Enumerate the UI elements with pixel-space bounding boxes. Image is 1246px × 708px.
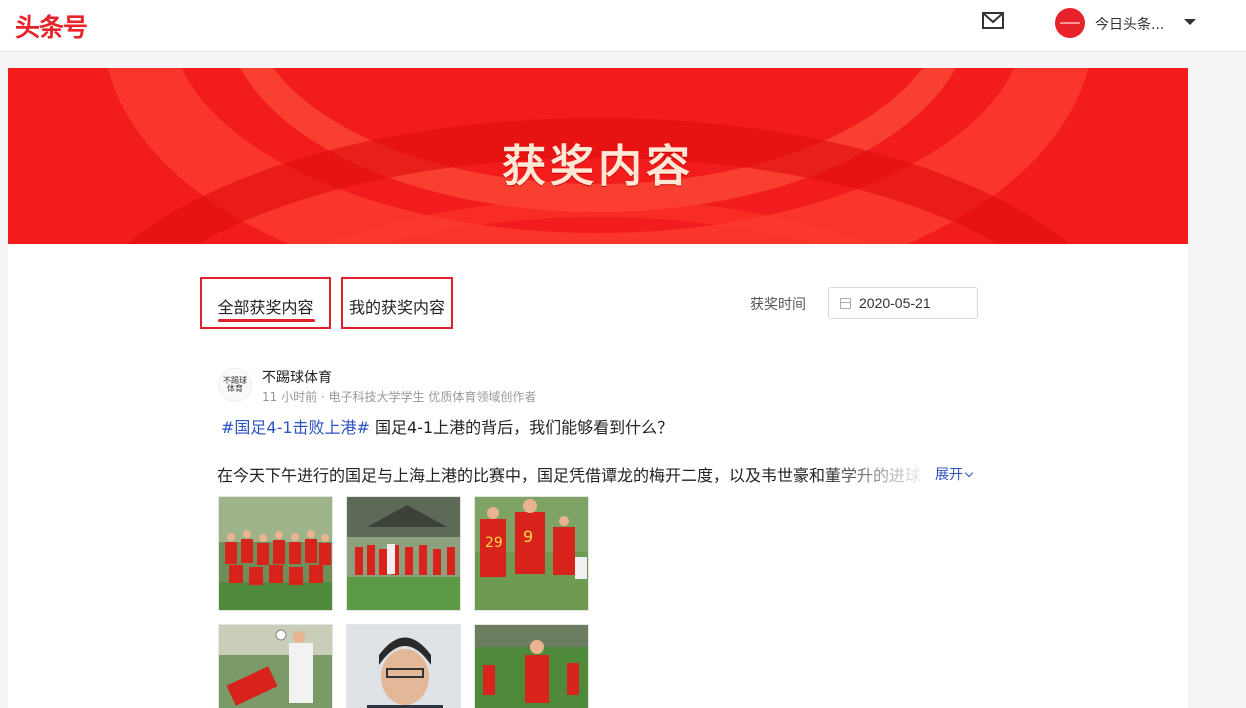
- tab-all-awards[interactable]: 全部获奖内容: [200, 277, 331, 329]
- date-value: 2020-05-21: [859, 295, 931, 311]
- logo[interactable]: 头条号: [15, 8, 88, 44]
- tab-my-awards[interactable]: 我的获奖内容: [341, 277, 453, 329]
- chevron-down-icon: [964, 468, 974, 478]
- hashtag-link[interactable]: #国足4-1击败上港#: [221, 418, 370, 437]
- headline-text: 国足4-1上港的背后，我们能够看到什么？: [369, 418, 674, 437]
- expand-button[interactable]: 展开: [935, 464, 974, 484]
- chevron-down-icon[interactable]: [1184, 19, 1196, 25]
- active-tab-indicator: [218, 319, 315, 322]
- mail-icon[interactable]: [982, 12, 1004, 29]
- expand-label: 展开: [935, 467, 963, 483]
- avatar[interactable]: [1055, 8, 1085, 38]
- author-name[interactable]: 不踢球体育: [262, 367, 332, 387]
- post-image[interactable]: 29 9: [474, 496, 589, 611]
- banner-title: 获奖内容: [502, 141, 694, 192]
- award-time-label: 获奖时间: [750, 297, 806, 313]
- post-image[interactable]: [346, 624, 461, 708]
- date-picker-input[interactable]: 2020-05-21: [828, 287, 978, 319]
- post-image[interactable]: [218, 624, 333, 708]
- tab-label: 全部获奖内容: [217, 298, 314, 317]
- top-bar: 头条号 今日头条...: [0, 0, 1246, 52]
- post-headline[interactable]: #国足4-1击败上港# 国足4-1上港的背后，我们能够看到什么？: [221, 414, 673, 438]
- calendar-icon: [840, 298, 851, 309]
- post-image[interactable]: [218, 496, 333, 611]
- svg-text:9: 9: [523, 527, 533, 546]
- banner: 获奖内容: [8, 68, 1188, 244]
- post-meta: 11 小时前 · 电子科技大学学生 优质体育领域创作者: [262, 390, 537, 404]
- tab-label: 我的获奖内容: [348, 298, 445, 317]
- author-avatar[interactable]: 不踢球 体育: [218, 368, 252, 402]
- post-body: 在今天下午进行的国足与上海上港的比赛中，国足凭借谭龙的梅开二度，以及韦世豪和董学…: [217, 466, 922, 485]
- account-name[interactable]: 今日头条...: [1095, 14, 1164, 34]
- content-card: 获奖内容 全部获奖内容 我的获奖内容 获奖时间 2020-05-21 不踢球 体育…: [8, 68, 1188, 708]
- post-image[interactable]: [474, 624, 589, 708]
- post-image[interactable]: [346, 496, 461, 611]
- svg-text:29: 29: [485, 535, 503, 551]
